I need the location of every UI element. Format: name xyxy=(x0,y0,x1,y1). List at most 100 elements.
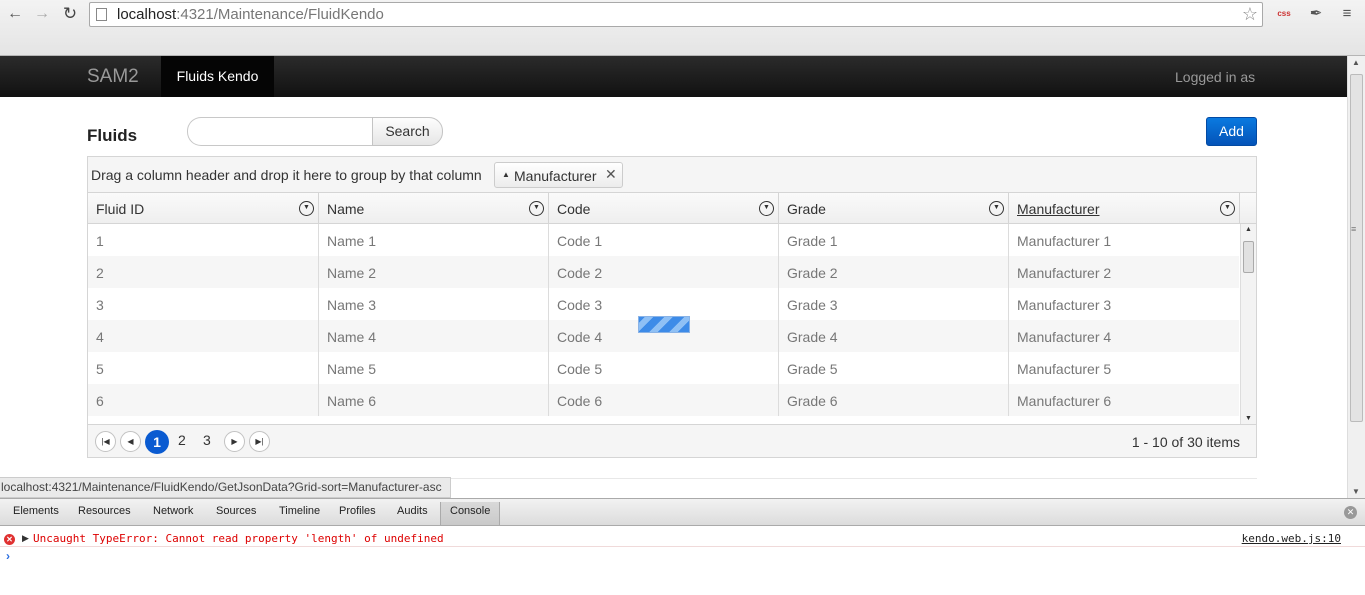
cell-value: Grade 6 xyxy=(787,393,838,409)
bookmark-star-icon[interactable]: ☆ xyxy=(1242,4,1258,25)
cell-value: Grade 3 xyxy=(787,297,838,313)
next-page-icon[interactable]: ▶ xyxy=(224,431,245,452)
cell-value: 1 xyxy=(96,233,104,249)
status-url-bubble: localhost:4321/Maintenance/FluidKendo/Ge… xyxy=(0,477,451,498)
first-page-icon[interactable]: |◀ xyxy=(95,431,116,452)
column-header-code[interactable]: Code ▼ xyxy=(549,193,779,224)
prev-page-icon[interactable]: ◀ xyxy=(120,431,141,452)
cell-value: Name 1 xyxy=(327,233,377,249)
console-error-message: Uncaught TypeError: Cannot read property… xyxy=(33,532,444,545)
cell-value: Manufacturer 6 xyxy=(1017,393,1112,409)
scroll-down-icon[interactable]: ▼ xyxy=(1352,487,1360,496)
cell-grade: Grade 1 xyxy=(779,224,1009,256)
devtools-tab-timeline[interactable]: Timeline xyxy=(279,505,320,517)
cell-value: Name 3 xyxy=(327,297,377,313)
devtools-panel: Elements Resources Network Sources Timel… xyxy=(0,498,1365,595)
cell-fluid-id: 3 xyxy=(88,288,319,320)
cell-manufacturer: Manufacturer 2 xyxy=(1009,256,1239,288)
group-chip-manufacturer[interactable]: ▲ Manufacturer ✕ xyxy=(494,162,623,188)
table-row[interactable]: 5 Name 5 Code 5 Grade 5 Manufacturer 5 xyxy=(88,352,1239,384)
cell-value: Grade 2 xyxy=(787,265,838,281)
column-title: Grade xyxy=(787,201,826,217)
close-devtools-icon[interactable]: ✕ xyxy=(1344,506,1357,519)
address-url[interactable]: localhost:4321/Maintenance/FluidKendo xyxy=(117,6,384,23)
page-number-2[interactable]: 2 xyxy=(178,432,186,448)
table-row[interactable]: 6 Name 6 Code 6 Grade 6 Manufacturer 6 xyxy=(88,384,1239,416)
filter-icon[interactable]: ▼ xyxy=(1220,201,1235,216)
grid-header: Fluid ID ▼ Name ▼ Code ▼ Grade ▼ Manufac… xyxy=(88,193,1256,224)
filter-icon[interactable]: ▼ xyxy=(529,201,544,216)
filter-icon[interactable]: ▼ xyxy=(759,201,774,216)
devtools-tab-profiles[interactable]: Profiles xyxy=(339,505,376,517)
address-bar[interactable]: localhost:4321/Maintenance/FluidKendo ☆ xyxy=(89,2,1263,27)
scroll-up-icon[interactable]: ▲ xyxy=(1352,58,1360,67)
cell-manufacturer: Manufacturer 1 xyxy=(1009,224,1239,256)
scroll-grip-icon: ≡ xyxy=(1351,224,1357,234)
brand-link[interactable]: SAM2 xyxy=(87,66,139,88)
remove-group-icon[interactable]: ✕ xyxy=(605,166,617,183)
cell-fluid-id: 5 xyxy=(88,352,319,384)
cell-value: Manufacturer 4 xyxy=(1017,329,1112,345)
cell-value: Manufacturer 2 xyxy=(1017,265,1112,281)
column-header-name[interactable]: Name ▼ xyxy=(319,193,549,224)
column-title: Manufacturer xyxy=(1017,201,1100,217)
group-drop-area[interactable]: Drag a column header and drop it here to… xyxy=(88,157,1256,193)
page-scroll-thumb[interactable] xyxy=(1350,74,1363,422)
expand-triangle-icon[interactable]: ▶ xyxy=(22,533,29,544)
table-row[interactable]: 2 Name 2 Code 2 Grade 2 Manufacturer 2 xyxy=(88,256,1239,288)
sort-asc-icon[interactable]: ▲ xyxy=(502,170,510,179)
filter-icon[interactable]: ▼ xyxy=(989,201,1004,216)
grid-scrollbar[interactable]: ▲ ▼ xyxy=(1240,224,1256,424)
forward-icon[interactable]: → xyxy=(32,4,52,24)
extension-css-icon[interactable]: css xyxy=(1275,5,1293,23)
page-scrollbar[interactable]: ▲ ≡ ▼ xyxy=(1347,56,1365,498)
cell-value: Code 2 xyxy=(557,265,603,281)
cell-manufacturer: Manufacturer 5 xyxy=(1009,352,1239,384)
column-header-grade[interactable]: Grade ▼ xyxy=(779,193,1009,224)
url-path: :4321/Maintenance/FluidKendo xyxy=(176,6,384,23)
browser-chrome: ← → ↻ localhost:4321/Maintenance/FluidKe… xyxy=(0,0,1365,56)
extension-eyedropper-icon[interactable]: ✒ xyxy=(1307,5,1325,23)
scroll-up-icon[interactable]: ▲ xyxy=(1245,226,1252,233)
page-number-1[interactable]: 1 xyxy=(145,430,169,454)
group-chip-label: Manufacturer xyxy=(514,168,597,184)
devtools-tab-resources[interactable]: Resources xyxy=(78,505,131,517)
cell-value: 2 xyxy=(96,265,104,281)
console-prompt[interactable]: › xyxy=(6,549,10,563)
filter-icon[interactable]: ▼ xyxy=(299,201,314,216)
cell-value: Code 1 xyxy=(557,233,603,249)
cell-value: Grade 4 xyxy=(787,329,838,345)
cell-value: Code 6 xyxy=(557,393,603,409)
add-button[interactable]: Add xyxy=(1206,117,1257,146)
cell-value: Name 6 xyxy=(327,393,377,409)
devtools-tab-sources[interactable]: Sources xyxy=(216,505,256,517)
grid-scroll-thumb[interactable] xyxy=(1243,241,1254,273)
devtools-tab-network[interactable]: Network xyxy=(153,505,193,517)
cell-fluid-id: 6 xyxy=(88,384,319,416)
cell-value: Grade 1 xyxy=(787,233,838,249)
column-header-fluid-id[interactable]: Fluid ID ▼ xyxy=(88,193,319,224)
scroll-down-icon[interactable]: ▼ xyxy=(1245,415,1252,422)
reload-icon[interactable]: ↻ xyxy=(60,4,80,24)
cell-value: Code 4 xyxy=(557,329,603,345)
nav-item-fluids-kendo[interactable]: Fluids Kendo xyxy=(161,56,274,97)
search-input[interactable] xyxy=(187,117,373,146)
cell-value: 4 xyxy=(96,329,104,345)
devtools-tab-elements[interactable]: Elements xyxy=(13,505,59,517)
devtools-tab-console[interactable]: Console xyxy=(440,502,501,525)
top-navbar: SAM2 Fluids Kendo Logged in as xyxy=(0,56,1347,97)
back-icon[interactable]: ← xyxy=(5,4,25,24)
menu-wrench-icon[interactable]: ≡ xyxy=(1338,5,1356,23)
column-title: Name xyxy=(327,201,365,217)
last-page-icon[interactable]: ▶| xyxy=(249,431,270,452)
console-error-source-link[interactable]: kendo.web.js:10 xyxy=(1242,532,1341,545)
cell-name: Name 5 xyxy=(319,352,549,384)
url-host: localhost xyxy=(117,6,177,23)
cell-grade: Grade 2 xyxy=(779,256,1009,288)
cell-manufacturer: Manufacturer 3 xyxy=(1009,288,1239,320)
search-button[interactable]: Search xyxy=(372,117,443,146)
column-header-manufacturer[interactable]: Manufacturer ▼ xyxy=(1009,193,1240,224)
devtools-tab-audits[interactable]: Audits xyxy=(397,505,428,517)
table-row[interactable]: 1 Name 1 Code 1 Grade 1 Manufacturer 1 xyxy=(88,224,1239,256)
page-number-3[interactable]: 3 xyxy=(203,432,211,448)
